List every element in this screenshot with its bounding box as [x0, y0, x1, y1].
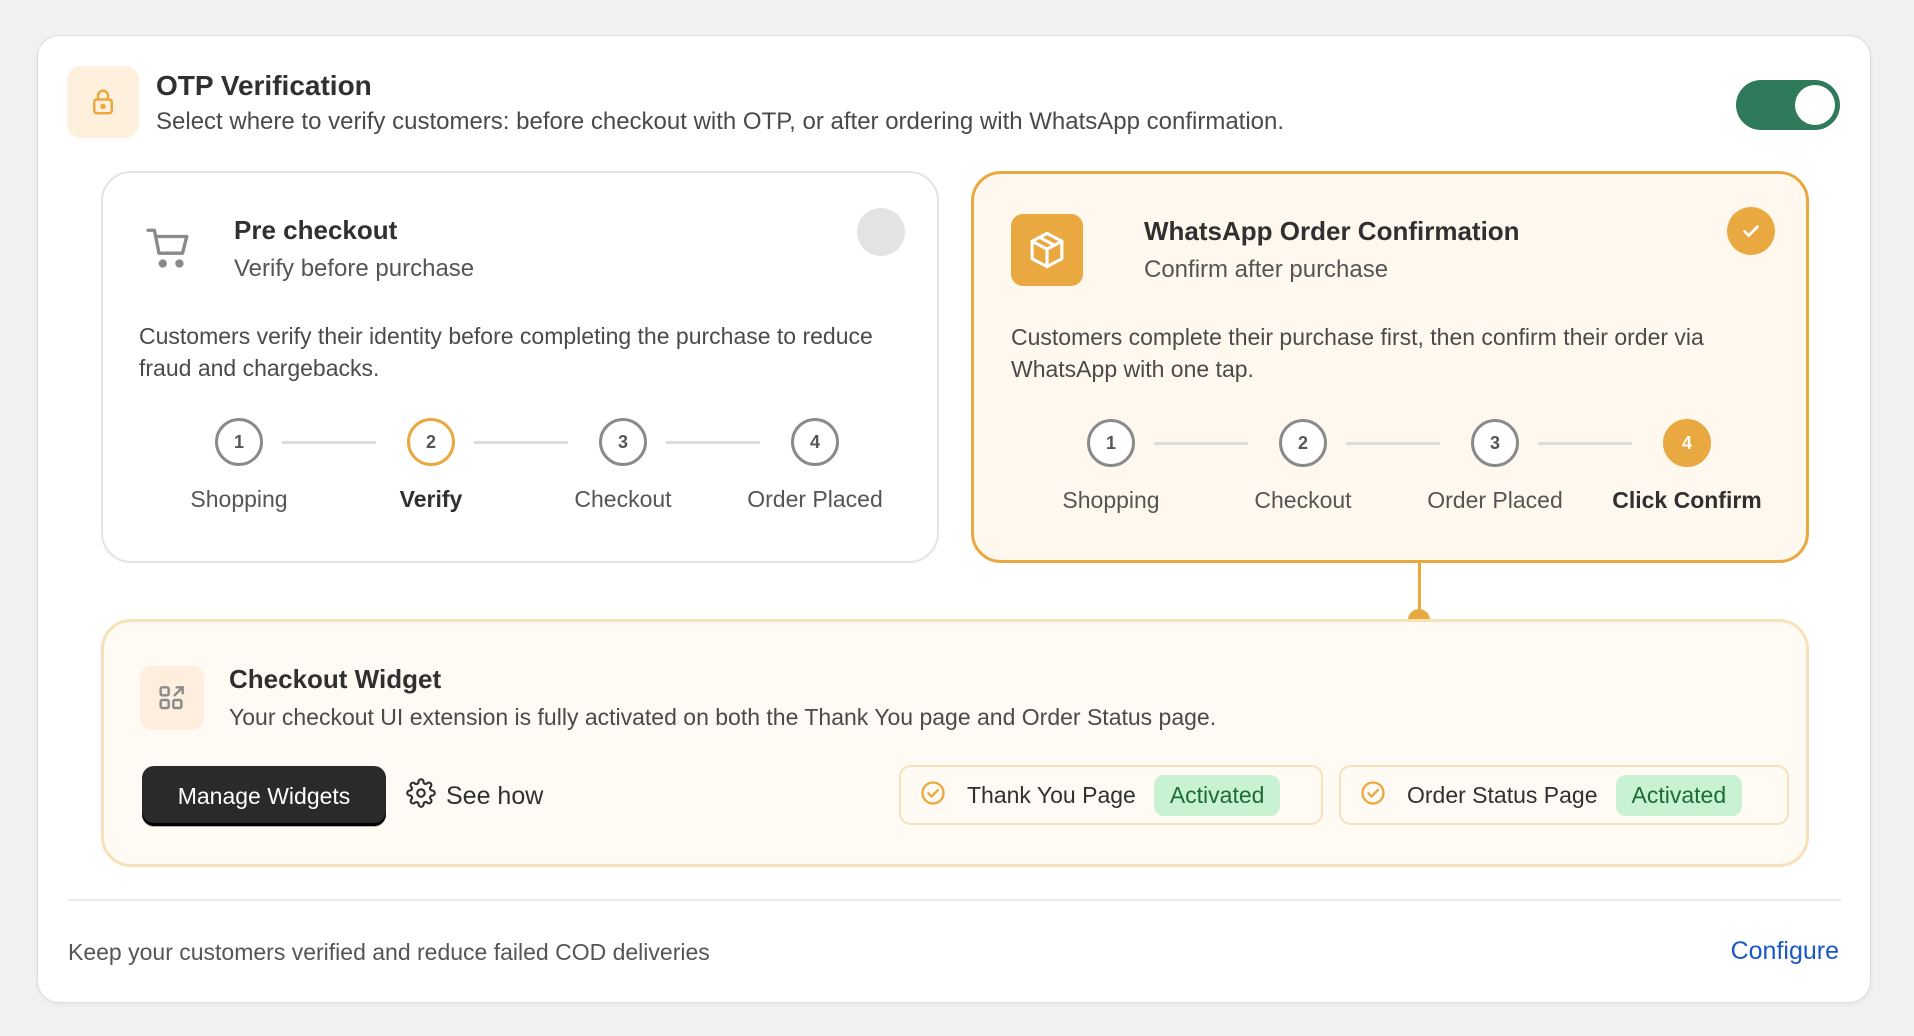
- step-number: 4: [791, 418, 839, 466]
- manage-widgets-button[interactable]: Manage Widgets: [142, 766, 386, 826]
- option-pre-checkout[interactable]: Pre checkout Verify before purchase Cust…: [101, 171, 939, 563]
- step-label: Click Confirm: [1612, 487, 1762, 513]
- status-badge: Activated: [1615, 774, 1743, 816]
- step-label: Shopping: [190, 486, 288, 512]
- status-badge: Activated: [1153, 774, 1281, 816]
- step-number: 2: [1279, 419, 1327, 467]
- package-icon: [1011, 214, 1083, 286]
- configure-link[interactable]: Configure: [1731, 937, 1839, 966]
- step-indicator: 1 Shopping 2 Verify 3 Checkout 4 Order P…: [143, 418, 911, 528]
- see-how-link[interactable]: See how: [406, 774, 543, 818]
- step-label: Verify: [399, 486, 463, 512]
- option-subtitle: Verify before purchase: [234, 255, 475, 282]
- step-item: 3 Checkout: [527, 418, 719, 513]
- status-label: Thank You Page: [967, 781, 1136, 808]
- gear-icon: [406, 777, 436, 815]
- page-title: OTP Verification: [156, 70, 372, 101]
- option-description: Customers verify their identity before c…: [139, 323, 873, 381]
- widget-title: Checkout Widget: [229, 664, 442, 694]
- option-description: Customers complete their purchase first,…: [1011, 324, 1704, 382]
- option-subtitle: Confirm after purchase: [1144, 256, 1389, 283]
- step-label: Shopping: [1062, 487, 1160, 513]
- step-item: 4 Click Confirm: [1591, 419, 1783, 514]
- option-title: WhatsApp Order Confirmation: [1144, 216, 1520, 246]
- step-indicator: 1 Shopping 2 Checkout 3 Order Placed 4 C…: [1015, 419, 1783, 529]
- option-title: Pre checkout: [234, 215, 398, 245]
- step-number: 3: [1471, 419, 1519, 467]
- step-label: Order Placed: [747, 486, 883, 512]
- cart-icon: [143, 223, 195, 275]
- step-number: 1: [1087, 419, 1135, 467]
- see-how-label: See how: [446, 781, 544, 810]
- step-item: 2 Checkout: [1207, 419, 1399, 514]
- option-selected-check[interactable]: [1727, 207, 1775, 255]
- page-description: Select where to verify customers: before…: [156, 108, 1285, 135]
- order-status-page-status: Order Status Page Activated: [1339, 765, 1789, 825]
- toggle-knob: [1795, 85, 1835, 125]
- step-item: 1 Shopping: [143, 418, 335, 513]
- widget-grid-icon: [140, 666, 204, 730]
- thank-you-page-status: Thank You Page Activated: [899, 765, 1323, 825]
- checkout-widget-panel: Checkout Widget Your checkout UI extensi…: [101, 619, 1809, 867]
- step-item: 2 Verify: [335, 418, 527, 513]
- step-item: 4 Order Placed: [719, 418, 911, 513]
- step-number: 2: [407, 418, 455, 466]
- lock-icon: [67, 66, 139, 138]
- check-circle-icon: [919, 779, 947, 812]
- step-item: 3 Order Placed: [1399, 419, 1591, 514]
- step-number: 3: [599, 418, 647, 466]
- check-circle-icon: [1359, 779, 1387, 812]
- otp-enabled-toggle[interactable]: [1736, 80, 1840, 130]
- option-radio[interactable]: [857, 208, 905, 256]
- step-item: 1 Shopping: [1015, 419, 1207, 514]
- otp-verification-card: OTP Verification Select where to verify …: [37, 35, 1871, 1003]
- step-number: 4: [1663, 419, 1711, 467]
- step-label: Checkout: [574, 486, 672, 512]
- widget-description: Your checkout UI extension is fully acti…: [229, 704, 1217, 730]
- step-label: Order Placed: [1427, 487, 1563, 513]
- footer-text: Keep your customers verified and reduce …: [68, 939, 710, 965]
- step-label: Checkout: [1254, 487, 1352, 513]
- footer-divider: [67, 899, 1841, 901]
- step-number: 1: [215, 418, 263, 466]
- option-whatsapp-confirmation[interactable]: WhatsApp Order Confirmation Confirm afte…: [971, 171, 1809, 563]
- status-label: Order Status Page: [1407, 781, 1598, 808]
